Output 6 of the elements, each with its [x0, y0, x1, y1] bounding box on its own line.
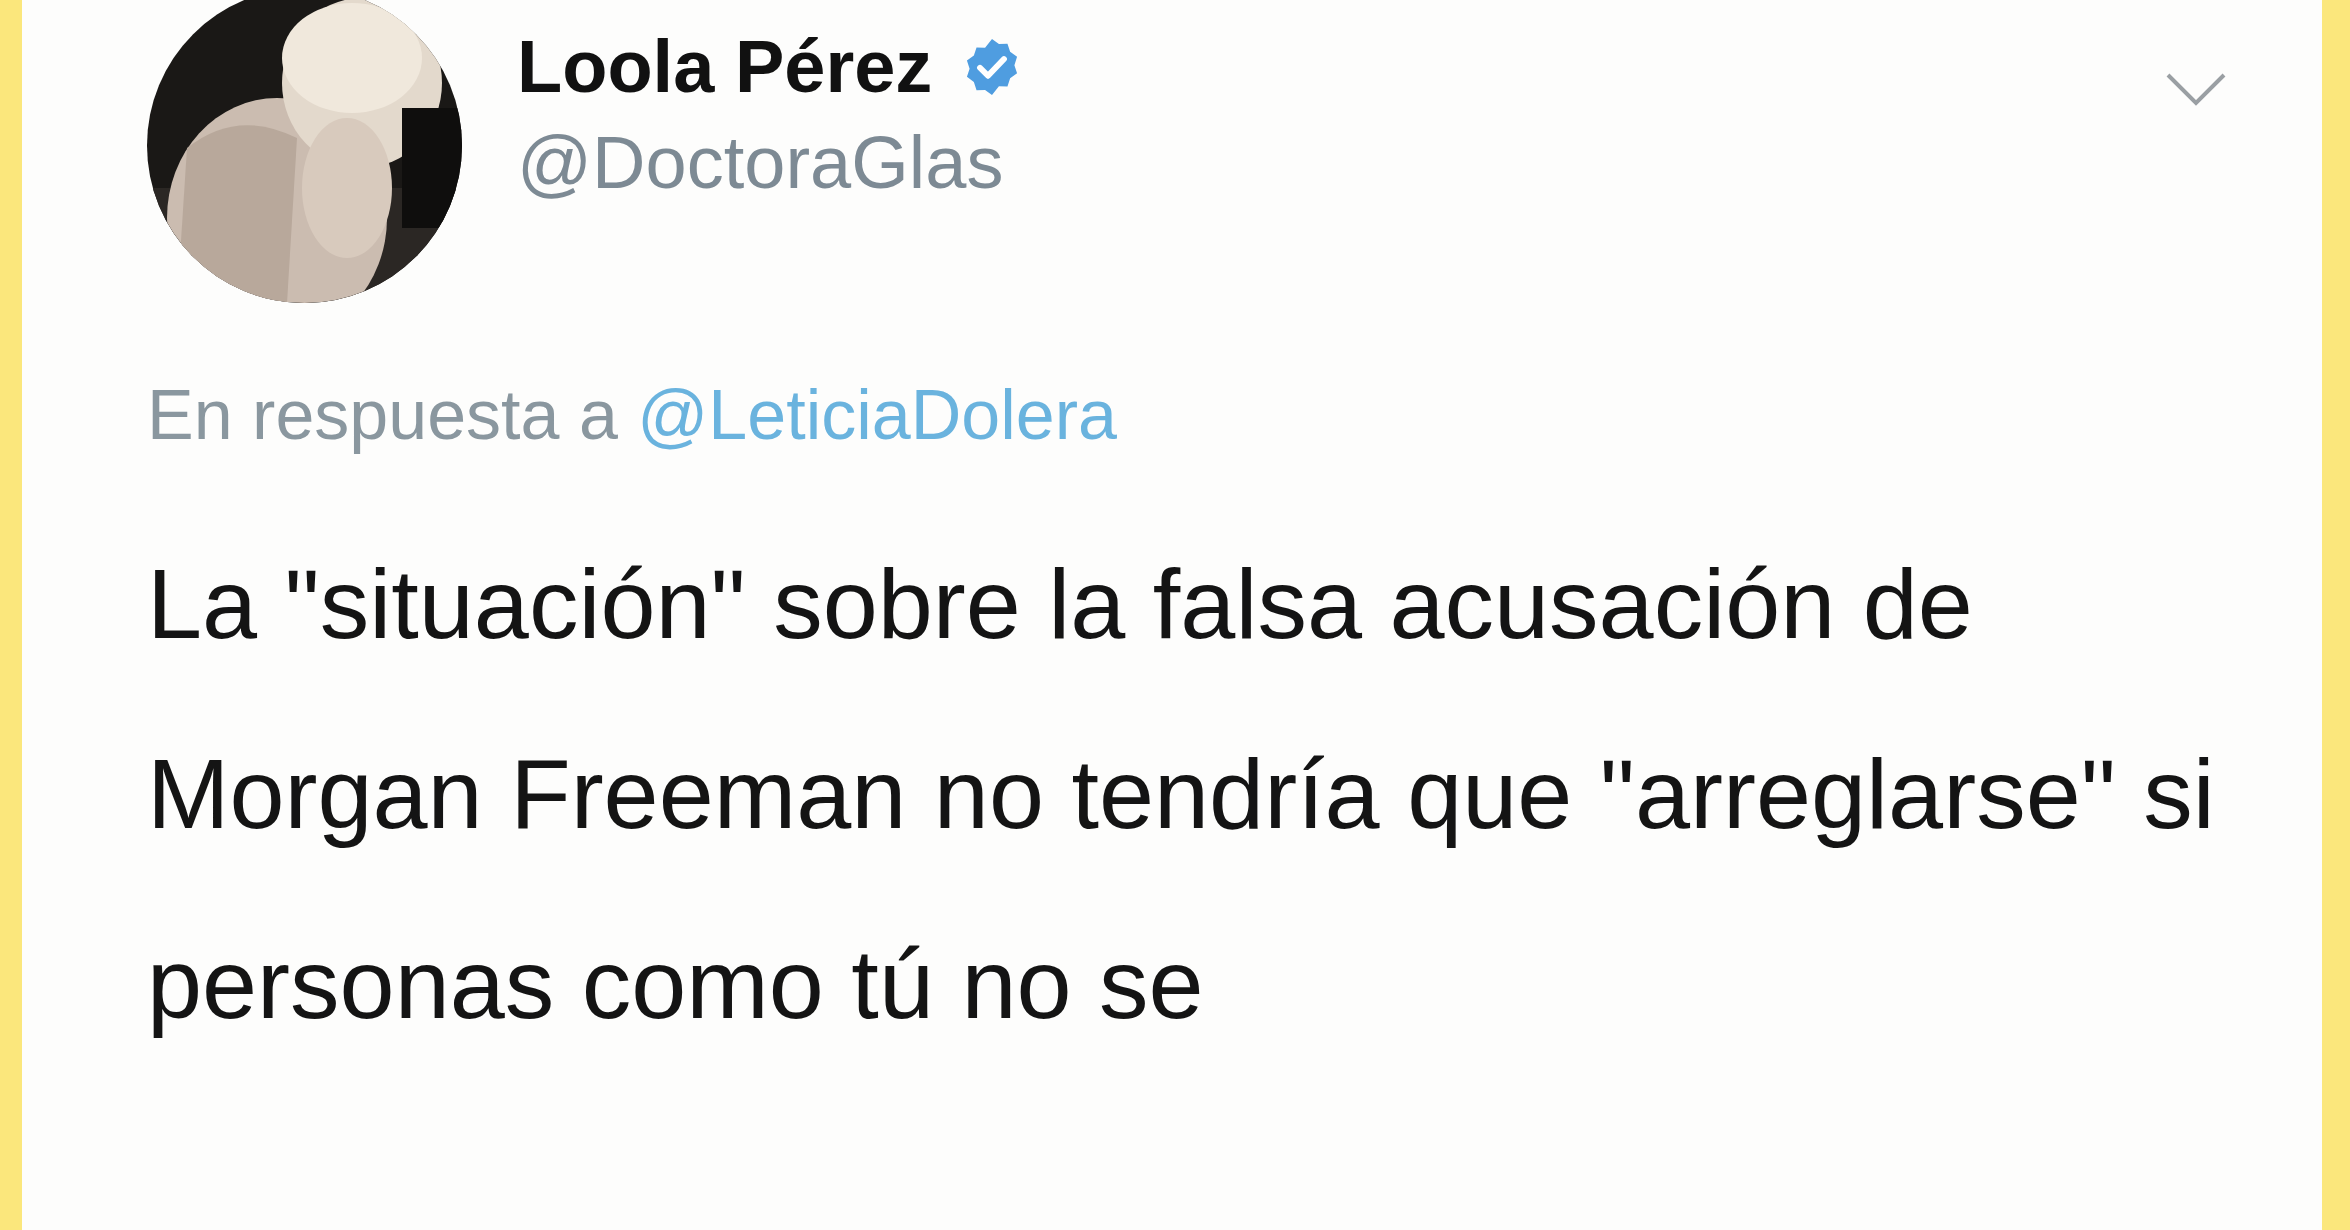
reply-handle-link[interactable]: @LeticiaDolera — [637, 376, 1117, 454]
author-name: Loola Pérez — [517, 30, 933, 104]
tweet-text: La "situación" sobre la falsa acusación de Morgan Freeman no tendría que "arreglarse" si personas como tú no se — [147, 547, 2216, 1041]
chevron-down-icon[interactable] — [2165, 72, 2227, 108]
reply-context: En respuesta a @LeticiaDolera — [147, 375, 1118, 456]
author-handle: @DoctoraGlas — [517, 126, 1005, 200]
